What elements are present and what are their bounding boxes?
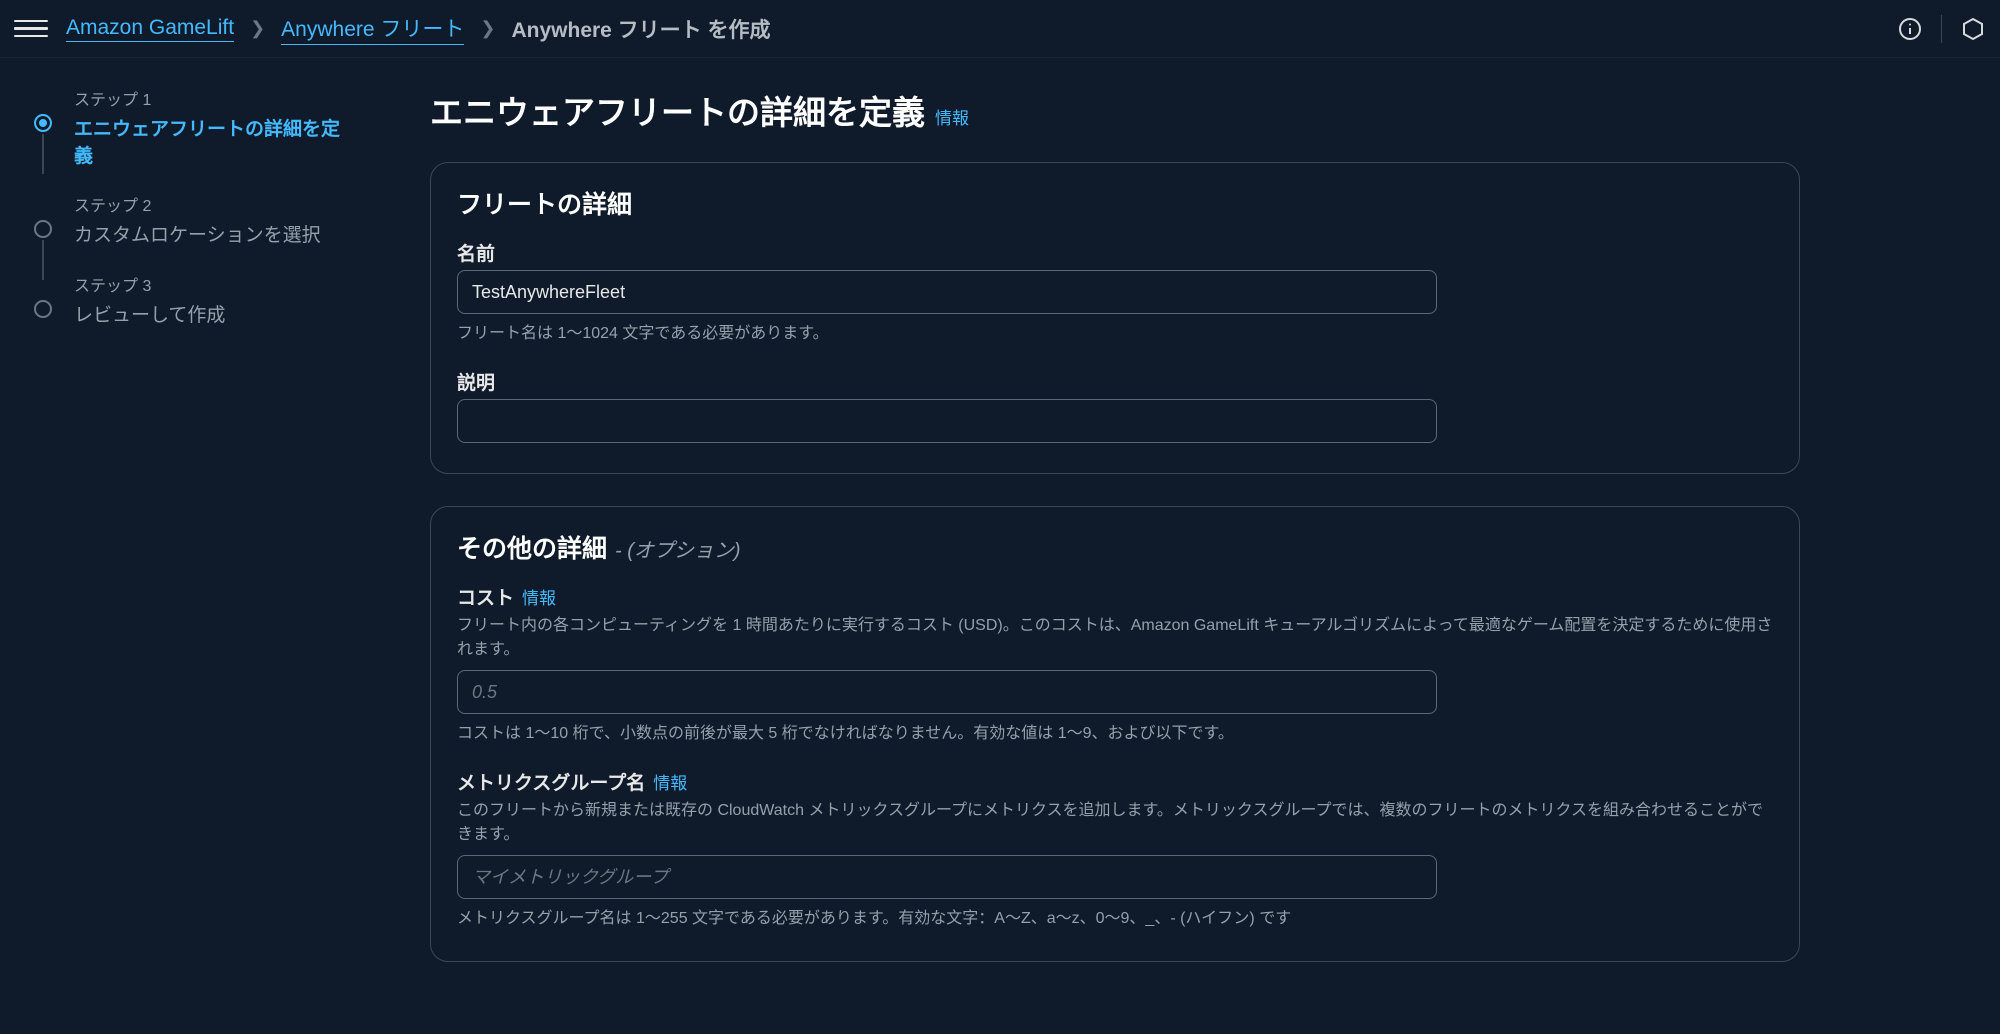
step-title: エニウェアフリートの詳細を定義 bbox=[74, 114, 340, 168]
step-bullet bbox=[34, 300, 52, 318]
page-title: エニウェアフリートの詳細を定義 bbox=[430, 86, 925, 134]
description-input[interactable] bbox=[457, 399, 1437, 443]
panel-fleet-details: フリートの詳細 名前 フリート名は 1〜1024 文字である必要があります。 説… bbox=[430, 162, 1800, 474]
metric-group-input[interactable] bbox=[457, 855, 1437, 899]
content: エニウェアフリートの詳細を定義 情報 フリートの詳細 名前 フリート名は 1〜1… bbox=[340, 86, 1800, 994]
field-cost: コスト 情報 フリート内の各コンピューティングを 1 時間あたりに実行するコスト… bbox=[457, 583, 1773, 746]
breadcrumb-root[interactable]: Amazon GameLift bbox=[66, 16, 234, 42]
menu-icon[interactable] bbox=[14, 12, 48, 46]
breadcrumb-level2[interactable]: Anywhere フリート bbox=[281, 13, 464, 45]
field-hint: フリート名は 1〜1024 文字である必要があります。 bbox=[457, 322, 1773, 346]
field-description: 説明 bbox=[457, 368, 1773, 443]
field-desc: フリート内の各コンピューティングを 1 時間あたりに実行するコスト (USD)。… bbox=[457, 614, 1773, 662]
breadcrumb-current: Anywhere フリート を作成 bbox=[511, 14, 770, 44]
chevron-right-icon: ❯ bbox=[480, 18, 495, 39]
step-num: ステップ 2 bbox=[74, 192, 340, 216]
page-info-link[interactable]: 情報 bbox=[935, 104, 969, 129]
wizard-steps: ステップ 1 エニウェアフリートの詳細を定義 ステップ 2 カスタムロケーション… bbox=[0, 86, 340, 994]
step-bullet bbox=[34, 220, 52, 238]
field-label: 名前 bbox=[457, 239, 495, 266]
step-3[interactable]: ステップ 3 レビューして作成 bbox=[34, 272, 340, 328]
settings-hex-icon[interactable] bbox=[1960, 16, 1986, 42]
panel-title: フリートの詳細 bbox=[457, 185, 632, 221]
field-metric-group: メトリクスグループ名 情報 このフリートから新規または既存の CloudWatc… bbox=[457, 768, 1773, 931]
divider bbox=[1941, 15, 1942, 43]
field-label: メトリクスグループ名 bbox=[457, 768, 645, 795]
panel-title-suffix: - (オプション) bbox=[615, 534, 741, 563]
step-bullet-active bbox=[34, 114, 52, 132]
step-num: ステップ 3 bbox=[74, 272, 340, 296]
field-hint: メトリクスグループ名は 1〜255 文字である必要があります。有効な文字：A〜Z… bbox=[457, 907, 1773, 931]
field-desc: このフリートから新規または既存の CloudWatch メトリックスグループにメ… bbox=[457, 799, 1773, 847]
panel-title: その他の詳細 bbox=[457, 529, 607, 565]
breadcrumb: Amazon GameLift ❯ Anywhere フリート ❯ Anywhe… bbox=[66, 13, 1897, 45]
chevron-right-icon: ❯ bbox=[250, 18, 265, 39]
step-num: ステップ 1 bbox=[74, 86, 340, 110]
name-input[interactable] bbox=[457, 270, 1437, 314]
panel-other-details: その他の詳細 - (オプション) コスト 情報 フリート内の各コンピューティング… bbox=[430, 506, 1800, 962]
topbar: Amazon GameLift ❯ Anywhere フリート ❯ Anywhe… bbox=[0, 0, 2000, 58]
field-label: 説明 bbox=[457, 368, 495, 395]
step-1[interactable]: ステップ 1 エニウェアフリートの詳細を定義 bbox=[34, 86, 340, 168]
topbar-actions bbox=[1897, 15, 1986, 43]
step-2[interactable]: ステップ 2 カスタムロケーションを選択 bbox=[34, 192, 340, 248]
field-hint: コストは 1〜10 桁で、小数点の前後が最大 5 桁でなければなりません。有効な… bbox=[457, 722, 1773, 746]
field-label: コスト bbox=[457, 583, 514, 610]
field-name: 名前 フリート名は 1〜1024 文字である必要があります。 bbox=[457, 239, 1773, 346]
metric-info-link[interactable]: 情報 bbox=[653, 769, 687, 794]
cost-input[interactable] bbox=[457, 670, 1437, 714]
info-icon[interactable] bbox=[1897, 16, 1923, 42]
cost-info-link[interactable]: 情報 bbox=[522, 584, 556, 609]
step-title: カスタムロケーションを選択 bbox=[74, 220, 340, 247]
step-title: レビューして作成 bbox=[74, 300, 340, 327]
